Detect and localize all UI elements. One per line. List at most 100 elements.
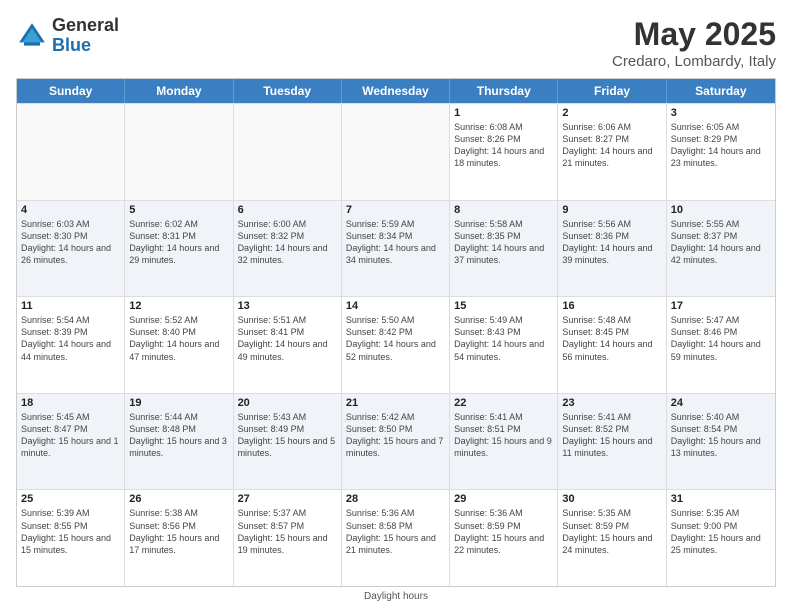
calendar-cell: 6 Sunrise: 6:00 AM Sunset: 8:32 PM Daylig… [234,201,342,297]
calendar-header: Sunday Monday Tuesday Wednesday Thursday… [17,79,775,103]
day-info: Sunrise: 5:52 AM Sunset: 8:40 PM Dayligh… [129,314,228,363]
calendar-week-4: 18 Sunrise: 5:45 AM Sunset: 8:47 PM Dayli… [17,393,775,490]
footer-note: Daylight hours [16,591,776,602]
calendar-cell: 2 Sunrise: 6:06 AM Sunset: 8:27 PM Daylig… [558,104,666,200]
calendar-cell [17,104,125,200]
day-info: Sunrise: 5:45 AM Sunset: 8:47 PM Dayligh… [21,411,120,460]
calendar-cell: 4 Sunrise: 6:03 AM Sunset: 8:30 PM Daylig… [17,201,125,297]
calendar-cell: 3 Sunrise: 6:05 AM Sunset: 8:29 PM Daylig… [667,104,775,200]
day-number: 5 [129,204,228,216]
logo-icon [16,20,48,52]
day-info: Sunrise: 5:41 AM Sunset: 8:51 PM Dayligh… [454,411,553,460]
day-number: 19 [129,397,228,409]
calendar-cell: 16 Sunrise: 5:48 AM Sunset: 8:45 PM Dayli… [558,297,666,393]
day-number: 8 [454,204,553,216]
day-info: Sunrise: 5:50 AM Sunset: 8:42 PM Dayligh… [346,314,445,363]
calendar-cell: 31 Sunrise: 5:35 AM Sunset: 9:00 PM Dayli… [667,490,775,586]
day-number: 26 [129,493,228,505]
calendar-cell: 22Sunrise: 5:41 AM Sunset: 8:51 PM Dayli… [450,394,558,490]
calendar-cell: 12 Sunrise: 5:52 AM Sunset: 8:40 PM Dayli… [125,297,233,393]
day-info: Sunrise: 5:41 AM Sunset: 8:52 PM Dayligh… [562,411,661,460]
day-info: Sunrise: 5:44 AM Sunset: 8:48 PM Dayligh… [129,411,228,460]
day-number: 6 [238,204,337,216]
header-friday: Friday [558,79,666,103]
calendar-body: 1 Sunrise: 6:08 AM Sunset: 8:26 PM Daylig… [17,103,775,586]
day-info: Sunrise: 6:03 AM Sunset: 8:30 PM Dayligh… [21,218,120,267]
day-info: Sunrise: 5:47 AM Sunset: 8:46 PM Dayligh… [671,314,771,363]
calendar-cell: 11 Sunrise: 5:54 AM Sunset: 8:39 PM Dayli… [17,297,125,393]
title-location: Credaro, Lombardy, Italy [612,53,776,70]
calendar-cell: 5Sunrise: 6:02 AM Sunset: 8:31 PM Daylig… [125,201,233,297]
day-number: 21 [346,397,445,409]
day-info: Sunrise: 5:39 AM Sunset: 8:55 PM Dayligh… [21,507,120,556]
logo-text: General Blue [52,16,119,56]
day-number: 20 [238,397,337,409]
header-wednesday: Wednesday [342,79,450,103]
calendar-cell: 29Sunrise: 5:36 AM Sunset: 8:59 PM Dayli… [450,490,558,586]
day-number: 11 [21,300,120,312]
day-info: Sunrise: 5:58 AM Sunset: 8:35 PM Dayligh… [454,218,553,267]
day-info: Sunrise: 5:54 AM Sunset: 8:39 PM Dayligh… [21,314,120,363]
day-info: Sunrise: 5:59 AM Sunset: 8:34 PM Dayligh… [346,218,445,267]
calendar-cell: 27Sunrise: 5:37 AM Sunset: 8:57 PM Dayli… [234,490,342,586]
calendar-cell: 21Sunrise: 5:42 AM Sunset: 8:50 PM Dayli… [342,394,450,490]
header-thursday: Thursday [450,79,558,103]
day-info: Sunrise: 6:05 AM Sunset: 8:29 PM Dayligh… [671,121,771,170]
day-number: 13 [238,300,337,312]
day-number: 18 [21,397,120,409]
calendar-cell: 24Sunrise: 5:40 AM Sunset: 8:54 PM Dayli… [667,394,775,490]
day-number: 16 [562,300,661,312]
logo: General Blue [16,16,119,56]
day-info: Sunrise: 5:43 AM Sunset: 8:49 PM Dayligh… [238,411,337,460]
day-info: Sunrise: 6:00 AM Sunset: 8:32 PM Dayligh… [238,218,337,267]
day-number: 29 [454,493,553,505]
calendar-cell [234,104,342,200]
day-number: 17 [671,300,771,312]
calendar-cell: 25Sunrise: 5:39 AM Sunset: 8:55 PM Dayli… [17,490,125,586]
day-info: Sunrise: 6:08 AM Sunset: 8:26 PM Dayligh… [454,121,553,170]
day-number: 3 [671,107,771,119]
calendar-cell [125,104,233,200]
logo-blue-label: Blue [52,36,119,56]
day-number: 12 [129,300,228,312]
calendar-cell: 26 Sunrise: 5:38 AM Sunset: 8:56 PM Dayli… [125,490,233,586]
day-number: 31 [671,493,771,505]
calendar-week-1: 1 Sunrise: 6:08 AM Sunset: 8:26 PM Daylig… [17,103,775,200]
calendar-week-3: 11 Sunrise: 5:54 AM Sunset: 8:39 PM Dayli… [17,296,775,393]
header-tuesday: Tuesday [234,79,342,103]
calendar-cell: 28Sunrise: 5:36 AM Sunset: 8:58 PM Dayli… [342,490,450,586]
calendar-cell: 13 Sunrise: 5:51 AM Sunset: 8:41 PM Dayli… [234,297,342,393]
day-number: 2 [562,107,661,119]
day-info: Sunrise: 5:51 AM Sunset: 8:41 PM Dayligh… [238,314,337,363]
page: General Blue May 2025 Credaro, Lombardy,… [0,0,792,612]
day-number: 1 [454,107,553,119]
day-info: Sunrise: 5:49 AM Sunset: 8:43 PM Dayligh… [454,314,553,363]
title-month: May 2025 [612,16,776,53]
day-info: Sunrise: 5:35 AM Sunset: 8:59 PM Dayligh… [562,507,661,556]
day-info: Sunrise: 5:48 AM Sunset: 8:45 PM Dayligh… [562,314,661,363]
day-info: Sunrise: 5:56 AM Sunset: 8:36 PM Dayligh… [562,218,661,267]
day-number: 15 [454,300,553,312]
calendar-cell: 19 Sunrise: 5:44 AM Sunset: 8:48 PM Dayli… [125,394,233,490]
day-number: 9 [562,204,661,216]
day-info: Sunrise: 5:38 AM Sunset: 8:56 PM Dayligh… [129,507,228,556]
title-block: May 2025 Credaro, Lombardy, Italy [612,16,776,70]
day-number: 14 [346,300,445,312]
header: General Blue May 2025 Credaro, Lombardy,… [16,16,776,70]
calendar-cell: 9 Sunrise: 5:56 AM Sunset: 8:36 PM Daylig… [558,201,666,297]
calendar-cell: 8 Sunrise: 5:58 AM Sunset: 8:35 PM Daylig… [450,201,558,297]
calendar-cell: 1 Sunrise: 6:08 AM Sunset: 8:26 PM Daylig… [450,104,558,200]
day-info: Sunrise: 5:35 AM Sunset: 9:00 PM Dayligh… [671,507,771,556]
calendar-cell: 15 Sunrise: 5:49 AM Sunset: 8:43 PM Dayli… [450,297,558,393]
calendar-week-2: 4 Sunrise: 6:03 AM Sunset: 8:30 PM Daylig… [17,200,775,297]
day-info: Sunrise: 6:06 AM Sunset: 8:27 PM Dayligh… [562,121,661,170]
day-info: Sunrise: 5:36 AM Sunset: 8:58 PM Dayligh… [346,507,445,556]
calendar-cell: 17 Sunrise: 5:47 AM Sunset: 8:46 PM Dayli… [667,297,775,393]
calendar-cell: 7Sunrise: 5:59 AM Sunset: 8:34 PM Daylig… [342,201,450,297]
calendar-cell: 23Sunrise: 5:41 AM Sunset: 8:52 PM Dayli… [558,394,666,490]
day-info: Sunrise: 5:40 AM Sunset: 8:54 PM Dayligh… [671,411,771,460]
calendar-cell: 18 Sunrise: 5:45 AM Sunset: 8:47 PM Dayli… [17,394,125,490]
day-number: 4 [21,204,120,216]
day-info: Sunrise: 5:55 AM Sunset: 8:37 PM Dayligh… [671,218,771,267]
calendar-cell: 10Sunrise: 5:55 AM Sunset: 8:37 PM Dayli… [667,201,775,297]
